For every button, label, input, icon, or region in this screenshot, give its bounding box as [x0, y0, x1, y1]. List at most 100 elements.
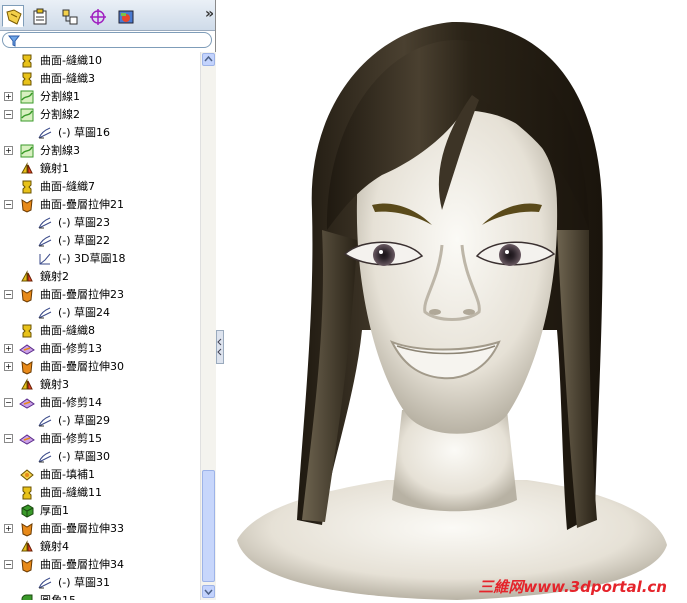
tree-item-label: 鏡射2: [40, 270, 69, 283]
mirror-icon: [21, 540, 33, 552]
tree-item-label: 分割線3: [40, 144, 80, 157]
feature-manager-panel: » 曲面-縫織10 曲面-縫織3 + 分割線1 − 分割線2 (-) 草圖16 + 分割線3 鏡射…: [0, 0, 216, 600]
tree-item[interactable]: − 曲面-疊層拉伸34: [0, 556, 200, 574]
tree-item-label: 曲面-疊層拉伸23: [40, 288, 124, 301]
tree-item-label: 曲面-修剪14: [40, 396, 102, 409]
tree-item[interactable]: 曲面-縫織11: [0, 484, 200, 502]
tree-item[interactable]: 曲面-縫織3: [0, 70, 200, 88]
sketch-icon: [38, 127, 52, 139]
expand-toggle[interactable]: −: [4, 560, 13, 569]
sketch-icon: [38, 307, 52, 319]
sketch-icon: [38, 235, 52, 247]
tree-scrollbar[interactable]: [200, 52, 216, 600]
configuration-manager-icon: [62, 9, 78, 25]
tree-item[interactable]: 曲面-縫織8: [0, 322, 200, 340]
tree-item[interactable]: + 分割線1: [0, 88, 200, 106]
tree-filter-input[interactable]: [2, 32, 212, 48]
fillet-icon: [21, 594, 33, 600]
tree-item[interactable]: + 分割線3: [0, 142, 200, 160]
tree-item[interactable]: (-) 草圖16: [0, 124, 200, 142]
tab-property-manager[interactable]: [28, 5, 50, 27]
tab-display-manager[interactable]: [114, 5, 136, 27]
tab-configuration-manager[interactable]: [58, 5, 80, 27]
tree-item[interactable]: (-) 草圖22: [0, 232, 200, 250]
feature-manager-icon: [6, 9, 22, 25]
graphics-viewport[interactable]: 三維网www.3dportal.cn: [217, 0, 687, 600]
tree-item[interactable]: (-) 草圖31: [0, 574, 200, 592]
more-tabs-button[interactable]: »: [205, 6, 214, 22]
tree-item-label: 厚面1: [40, 504, 69, 517]
expand-toggle[interactable]: +: [4, 92, 13, 101]
split-line-icon: [20, 90, 34, 104]
tree-item[interactable]: + 曲面-修剪13: [0, 340, 200, 358]
expand-toggle[interactable]: −: [4, 200, 13, 209]
tab-feature-manager[interactable]: [2, 5, 24, 27]
tree-item[interactable]: + 曲面-疊層拉伸30: [0, 358, 200, 376]
mirror-icon: [21, 162, 33, 174]
watermark-url-text: www.3dportal.cn: [523, 578, 667, 596]
tree-item[interactable]: 曲面-縫織7: [0, 178, 200, 196]
knit-surface-icon: [22, 180, 32, 194]
tree-item-label: 鏡射3: [40, 378, 69, 391]
tree-item-label: (-) 草圖24: [58, 306, 111, 319]
tree-item[interactable]: 曲面-填補1: [0, 466, 200, 484]
mirror-icon: [21, 270, 33, 282]
tree-item[interactable]: − 曲面-修剪14: [0, 394, 200, 412]
tree-item-label: 圓角15: [40, 594, 76, 600]
tree-item[interactable]: (-) 草圖24: [0, 304, 200, 322]
tree-item-label: (-) 草圖30: [58, 450, 111, 463]
tree-item[interactable]: 鏡射3: [0, 376, 200, 394]
split-line-icon: [20, 144, 34, 158]
tree-item-label: (-) 草圖31: [58, 576, 111, 589]
tree-item[interactable]: + 曲面-疊層拉伸33: [0, 520, 200, 538]
knit-surface-icon: [22, 486, 32, 500]
display-manager-icon: [118, 10, 134, 24]
tree-item[interactable]: − 曲面-修剪15: [0, 430, 200, 448]
tree-item[interactable]: − 曲面-疊層拉伸23: [0, 286, 200, 304]
fill-surface-icon: [20, 469, 34, 481]
tree-item[interactable]: − 曲面-疊層拉伸21: [0, 196, 200, 214]
knit-surface-icon: [22, 54, 32, 68]
tree-item-label: 曲面-修剪13: [40, 342, 102, 355]
tree-item-label: (-) 草圖22: [58, 234, 111, 247]
expand-toggle[interactable]: −: [4, 434, 13, 443]
sketch-icon: [38, 415, 52, 427]
expand-toggle[interactable]: −: [4, 398, 13, 407]
trim-surface-icon: [19, 434, 35, 445]
tree-item[interactable]: 鏡射4: [0, 538, 200, 556]
tree-item-label: 曲面-修剪15: [40, 432, 102, 445]
expand-toggle[interactable]: −: [4, 110, 13, 119]
watermark: 三維网www.3dportal.cn: [478, 576, 667, 597]
tree-item[interactable]: − 分割線2: [0, 106, 200, 124]
tree-item[interactable]: (-) 3D草圖18: [0, 250, 200, 268]
expand-toggle[interactable]: +: [4, 362, 13, 371]
tab-dimxpert[interactable]: [86, 5, 108, 27]
scroll-up-button[interactable]: [202, 53, 215, 66]
tree-item[interactable]: (-) 草圖30: [0, 448, 200, 466]
tree-item[interactable]: 鏡射2: [0, 268, 200, 286]
tree-item-label: (-) 3D草圖18: [58, 252, 126, 265]
feature-tree: 曲面-縫織10 曲面-縫織3 + 分割線1 − 分割線2 (-) 草圖16 + 分割線3 鏡射1 曲…: [0, 52, 200, 600]
expand-toggle[interactable]: +: [4, 344, 13, 353]
expand-toggle[interactable]: +: [4, 524, 13, 533]
tree-item-label: 曲面-縫織10: [40, 54, 102, 67]
loft-surface-icon: [21, 289, 33, 303]
tree-item[interactable]: 曲面-縫織10: [0, 52, 200, 70]
tree-item-label: 分割線2: [40, 108, 80, 121]
expand-toggle[interactable]: +: [4, 146, 13, 155]
tree-item-label: 曲面-縫織3: [40, 72, 95, 85]
tree-item-label: 鏡射4: [40, 540, 69, 553]
trim-surface-icon: [19, 344, 35, 355]
tree-item[interactable]: 厚面1: [0, 502, 200, 520]
tree-item[interactable]: (-) 草圖29: [0, 412, 200, 430]
tree-item-label: 曲面-縫織11: [40, 486, 102, 499]
scroll-down-button[interactable]: [202, 585, 215, 598]
tree-item-label: 曲面-疊層拉伸34: [40, 558, 124, 571]
tree-item[interactable]: 圓角15: [0, 592, 200, 600]
tree-item[interactable]: 鏡射1: [0, 160, 200, 178]
dimxpert-icon: [90, 9, 106, 25]
loft-surface-icon: [21, 361, 33, 375]
tree-item[interactable]: (-) 草圖23: [0, 214, 200, 232]
scroll-thumb[interactable]: [202, 470, 215, 582]
expand-toggle[interactable]: −: [4, 290, 13, 299]
